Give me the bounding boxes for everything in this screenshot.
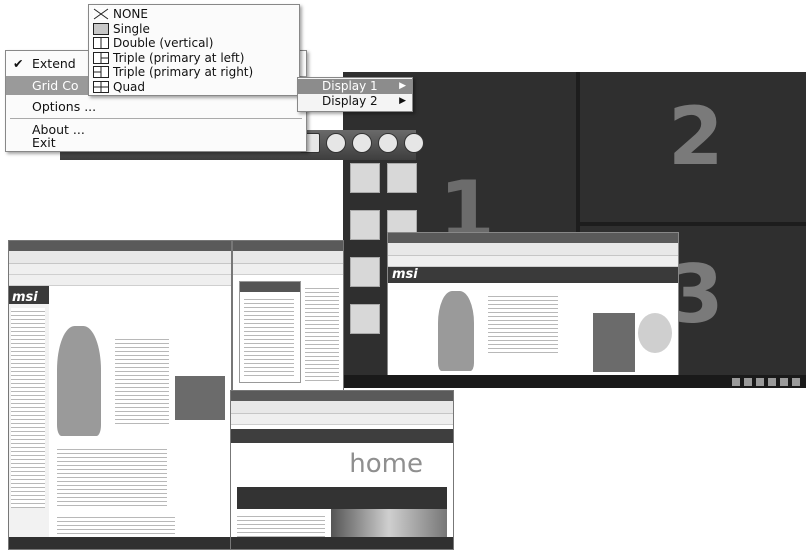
menu-item-label: Grid Co [32,78,79,93]
window-addressbar [9,264,231,275]
promo-banner [593,313,635,372]
menu-item-label: Display 2 [322,94,378,108]
grid-option-label: Triple (primary at right) [113,65,254,79]
window-toolbar [233,251,343,264]
checkmark-icon: ✔ [13,56,24,71]
window-titlebar [231,391,453,401]
double-vertical-grid-icon [93,37,109,49]
text-block [237,513,325,537]
quad-grid-icon [93,80,109,93]
desktop-preview: 1 2 3 msi [343,72,806,388]
desktop-icon[interactable] [387,163,417,193]
sidebar-links [11,308,45,508]
grid-option-label: Quad [113,79,146,94]
triple-right-grid-icon [93,66,109,78]
grid-option-none[interactable]: NONE [89,7,299,22]
menu-item-label: Options ... [32,99,97,114]
page-sidebar: msi [9,286,49,549]
tray-icon[interactable] [326,133,346,153]
menu-item-label: Display 1 [322,79,378,93]
window-titlebar [9,241,231,251]
home-logo: home [349,449,423,479]
site-logo: msi [392,267,418,282]
window-linksbar [9,275,231,286]
mail-folder-pane [239,281,301,383]
grid-option-label: Single [113,21,150,36]
menu-item-exit[interactable]: Exit [6,135,306,150]
grid-option-single[interactable]: Single [89,22,299,37]
message-list [305,285,339,381]
grid-option-label: Triple (primary at left) [113,50,245,65]
window-toolbar [231,401,453,414]
grid-option-label: NONE [113,7,148,21]
promo-banner [175,376,225,420]
display-submenu: Display 1 ▶ Display 2 ▶ [297,77,413,112]
triple-left-grid-icon [93,51,109,64]
window-titlebar [388,233,678,243]
desktop-icon[interactable] [350,210,380,240]
text-block [115,336,169,426]
window-addressbar [231,414,453,425]
text-block [488,293,558,353]
grid-option-triple-right[interactable]: Triple (primary at right) [89,65,299,80]
menu-item-label: Exit [32,135,56,150]
desktop-icon[interactable] [350,304,380,334]
taskbar-tray [732,378,800,386]
window-titlebar [233,241,343,251]
single-grid-icon [93,22,109,35]
desktop-browser-window: msi [387,232,679,384]
tray-icon[interactable] [378,133,398,153]
grid-option-label: Double (vertical) [113,36,214,50]
menu-separator [10,118,302,119]
window-toolbar [388,243,678,256]
site-header: msi [388,267,678,283]
text-block [57,446,167,506]
submenu-arrow-icon: ▶ [399,81,406,91]
page-content: msi [9,286,231,549]
menu-item-display-2[interactable]: Display 2 ▶ [298,94,412,109]
none-grid-icon [93,8,109,20]
menu-item-label: Extend [32,56,76,71]
window-toolbar [9,251,231,264]
grid-control-submenu: NONE Single Double (vertical) Triple (pr… [88,4,300,96]
browser-window-home: home [230,390,454,550]
grid-option-triple-left[interactable]: Triple (primary at left) [89,51,299,66]
hero-image [57,326,101,436]
tray-icons [300,133,424,153]
grid-option-double-vertical[interactable]: Double (vertical) [89,36,299,51]
grid-divider-horizontal [576,222,806,226]
desktop-icon[interactable] [350,163,380,193]
browser-window-left: msi [8,240,232,550]
grid-option-quad[interactable]: Quad [89,80,299,95]
menu-item-options[interactable]: Options ... [6,97,306,116]
tray-icon[interactable] [352,133,372,153]
zone-number-2: 2 [668,90,724,183]
taskbar [9,537,231,549]
window-addressbar [388,256,678,267]
submenu-arrow-icon: ▶ [399,96,406,106]
banner [237,487,447,509]
mail-pane-header [240,282,300,292]
desktop-icon[interactable] [350,257,380,287]
site-header [231,429,453,443]
site-logo-block: msi [9,286,49,305]
product-image [638,313,672,353]
taskbar [231,537,453,549]
hero-image [438,291,474,371]
menu-item-display-1[interactable]: Display 1 ▶ [298,79,412,94]
window-toolbar [233,264,343,275]
tray-icon[interactable] [404,133,424,153]
browser-window-mail [232,240,344,392]
desktop-taskbar [343,375,806,388]
folder-list [244,296,294,376]
